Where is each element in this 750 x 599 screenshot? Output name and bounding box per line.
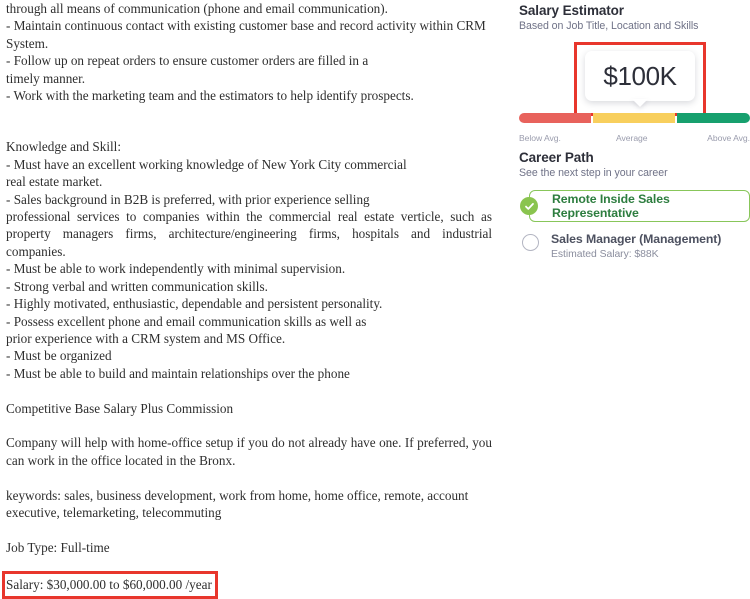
job-description-line: Competitive Base Salary Plus Commission — [6, 400, 234, 416]
job-description-line: - Highly motivated, enthusiastic, depend… — [6, 296, 383, 312]
job-description-line: professional services to companies withi… — [6, 209, 496, 259]
job-description-line: Knowledge and Skill: — [6, 139, 122, 155]
salary-estimator-widget: Salary Estimator Based on Job Title, Loc… — [519, 3, 750, 143]
job-description-body: through all means of communication (phon… — [6, 0, 492, 574]
job-description-line: timely manner. — [6, 70, 86, 86]
check-circle-icon — [520, 197, 538, 215]
salary-segment-average — [593, 113, 675, 123]
career-option-label: Remote Inside Sales Representative — [552, 192, 670, 220]
job-description-line: - Must be able to build and maintain rel… — [6, 365, 350, 381]
job-description-line: - Sales background in B2B is preferred, … — [6, 191, 370, 207]
job-description-line: - Follow up on repeat orders to ensure c… — [6, 53, 369, 69]
salary-gauge: $100K Below Avg. Average Above Avg. — [519, 42, 750, 143]
salary-estimate-value: $100K — [603, 61, 677, 91]
salary-estimator-title: Salary Estimator — [519, 3, 624, 18]
job-description-line: through all means of communication (phon… — [6, 1, 388, 16]
salary-line: Salary: $30,000.00 to $60,000.00 /year — [6, 576, 212, 592]
side-panel: Salary Estimator Based on Job Title, Loc… — [505, 0, 750, 571]
salary-highlight-annotation: Salary: $30,000.00 to $60,000.00 /year — [2, 570, 218, 599]
career-path-title: Career Path — [519, 150, 594, 165]
job-description-line: - Must be able to work independently wit… — [6, 261, 346, 277]
salary-estimator-subtitle: Based on Job Title, Location and Skills — [519, 20, 699, 32]
career-option-estimated-salary: Estimated Salary: $88K — [551, 249, 659, 260]
job-description-line: Job Type: Full-time — [6, 539, 110, 555]
salary-estimate-bubble: $100K — [585, 51, 695, 101]
job-description-line: real estate market. — [6, 174, 103, 190]
career-path-options: Remote Inside Sales Representative Sales… — [519, 190, 750, 262]
career-option-next[interactable]: Sales Manager (Management) Estimated Sal… — [519, 232, 750, 262]
salary-scale-labels: Below Avg. Average Above Avg. — [519, 133, 750, 147]
job-description-line: - Must have an excellent working knowled… — [6, 156, 407, 172]
salary-segment-above-average — [677, 113, 750, 123]
career-path-widget: Career Path See the next step in your ca… — [519, 150, 750, 262]
job-description-panel: through all means of communication (phon… — [0, 0, 500, 599]
salary-segment-below-average — [519, 113, 591, 123]
job-description-line: - Possess excellent phone and email comm… — [6, 313, 367, 329]
salary-scale-label-below: Below Avg. — [519, 133, 561, 143]
salary-scale-label-above: Above Avg. — [707, 133, 750, 143]
career-option-label: Sales Manager (Management) — [551, 232, 722, 246]
job-description-line: keywords: sales, business development, w… — [6, 487, 472, 520]
salary-bubble-pointer-icon — [632, 99, 648, 107]
job-description-line: - Must be organized — [6, 348, 112, 364]
career-option-current[interactable]: Remote Inside Sales Representative — [520, 190, 750, 222]
radio-empty-icon[interactable] — [522, 234, 539, 251]
salary-scale-label-average: Average — [616, 133, 648, 143]
job-description-line: prior experience with a CRM system and M… — [6, 330, 286, 346]
salary-range-bar — [519, 113, 750, 123]
career-path-subtitle: See the next step in your career — [519, 167, 668, 179]
job-description-line: Company will help with home-office setup… — [6, 435, 496, 468]
job-description-line: - Maintain continuous contact with exist… — [6, 18, 490, 51]
job-description-line: - Work with the marketing team and the e… — [6, 88, 414, 104]
job-description-line: - Strong verbal and written communicatio… — [6, 278, 268, 294]
